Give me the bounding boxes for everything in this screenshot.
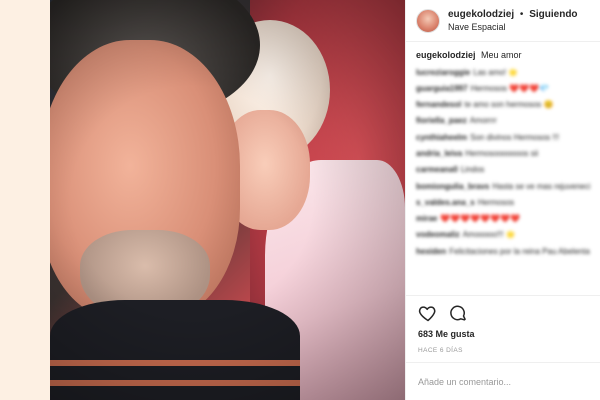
heart-icon[interactable] — [418, 303, 438, 323]
comment-item: mirae ❤️❤️❤️❤️❤️❤️❤️❤️ — [416, 212, 590, 226]
post-modal: eugekolodziej • Siguiendo Nave Espacial … — [50, 0, 600, 400]
comment-bubble-icon[interactable] — [448, 303, 468, 323]
comment-text: Felicitaciones por la reina Pau Abelenta — [449, 246, 590, 256]
comment-item: guarguia1997 Hermosos ❤️❤️❤️💎 — [416, 81, 590, 95]
comment-text: Hasta se ve mas rejuvenecido @chicasamon… — [492, 181, 590, 191]
post-timestamp: HACE 6 DÍAS — [418, 347, 463, 354]
caption-text: Meu amor — [481, 50, 522, 60]
post-side-panel: eugekolodziej • Siguiendo Nave Espacial … — [405, 0, 600, 400]
comment-username[interactable]: s_valdes.ana_s — [416, 198, 475, 207]
add-comment-area — [406, 362, 600, 400]
comment-text: Las amo! 🌟 — [473, 67, 519, 77]
comment-item: fioriella_paez Amorrrr — [416, 114, 590, 128]
comment-item: fernandesol te amo son hermosos 😊 — [416, 98, 590, 112]
caption-username[interactable]: eugekolodziej — [416, 50, 476, 60]
comment-item: cynthiaheelm Son divinos Hermosos !!! — [416, 130, 590, 144]
comment-item: s_valdes.ana_s Hermosos — [416, 195, 590, 209]
location-link[interactable]: Nave Espacial — [448, 21, 578, 34]
post-caption: eugekolodziej Meu amor — [416, 50, 590, 60]
comment-username[interactable]: vodeomaliz — [416, 230, 460, 239]
post-actions — [406, 295, 600, 329]
comment-item: andria_leiva Hermosooooooos sii — [416, 146, 590, 160]
comment-username[interactable]: andria_leiva — [416, 149, 462, 158]
separator-dot: • — [519, 8, 524, 20]
comment-username[interactable]: mirae — [416, 214, 437, 223]
comment-text: Amooooo!!! 🌟 — [462, 230, 516, 240]
header-username[interactable]: eugekolodziej — [448, 9, 514, 20]
following-button[interactable]: Siguiendo — [529, 9, 577, 20]
comment-item: bomiongulia_bravs Hasta se ve mas rejuven… — [416, 179, 590, 193]
comment-username[interactable]: cynthiaheelm — [416, 133, 467, 142]
comment-username[interactable]: hexiden — [416, 247, 446, 256]
comment-username[interactable]: bomiongulia_bravs — [416, 182, 489, 191]
comment-item: hexiden Felicitaciones por la reina Pau A… — [416, 244, 590, 258]
comment-username[interactable]: fioriella_paez — [416, 116, 467, 125]
comment-text: Hermosos — [477, 197, 515, 207]
likes-count[interactable]: 683 Me gusta — [406, 329, 600, 343]
comment-text: Hermosos ❤️❤️❤️💎 — [470, 83, 550, 93]
comment-item: lucreziaroggie Las amo! 🌟 — [416, 65, 590, 79]
comment-username[interactable]: carmeana0 — [416, 165, 458, 174]
post-header: eugekolodziej • Siguiendo Nave Espacial — [406, 0, 600, 42]
comment-username[interactable]: fernandesol — [416, 100, 461, 109]
comment-item: carmeana0 Lindos — [416, 163, 590, 177]
post-photo[interactable] — [50, 0, 405, 400]
comments-list[interactable]: eugekolodziej Meu amor lucreziaroggie Las… — [406, 42, 600, 295]
comment-text: te amo son hermosos 😊 — [464, 100, 554, 110]
comment-text: Lindos — [460, 165, 485, 175]
comment-username[interactable]: lucreziaroggie — [416, 68, 470, 77]
comment-username[interactable]: guarguia1997 — [416, 84, 468, 93]
comment-input[interactable] — [418, 376, 588, 387]
comment-text: ❤️❤️❤️❤️❤️❤️❤️❤️ — [440, 214, 521, 224]
comment-text: Son divinos Hermosos !!! — [470, 132, 560, 142]
comment-item: vodeomaliz Amooooo!!! 🌟 — [416, 228, 590, 242]
comment-text: Amorrrr — [469, 116, 497, 126]
profile-avatar[interactable] — [416, 8, 440, 33]
comment-text: Hermosooooooos sii — [465, 148, 539, 158]
